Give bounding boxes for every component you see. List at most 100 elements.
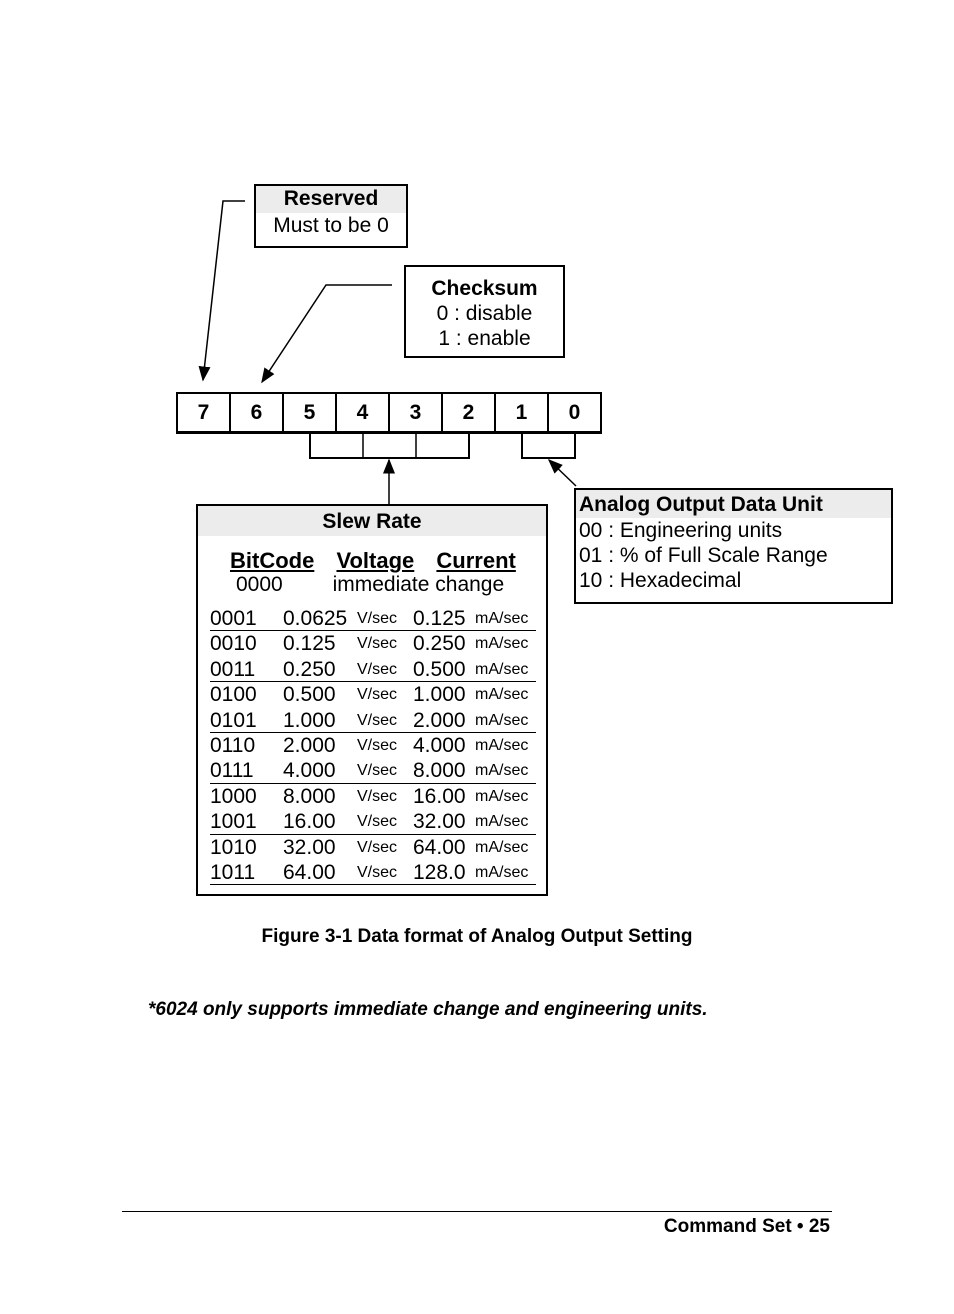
immediate-code: 0000 bbox=[236, 573, 283, 596]
unit-bracket bbox=[521, 434, 576, 459]
voltage-cell: 0.500 bbox=[283, 683, 336, 707]
current-unit-cell: mA/sec bbox=[475, 838, 529, 856]
table-row: 0010 0.125 V/sec 0.250 mA/sec bbox=[210, 631, 536, 656]
bit-cell: 1 bbox=[496, 394, 549, 431]
voltage-cell: 0.0625 bbox=[283, 607, 348, 630]
voltage-cell: 32.00 bbox=[283, 835, 336, 859]
table-row: 0100 0.500 V/sec 1.000 mA/sec bbox=[210, 682, 536, 707]
table-row: 0011 0.250 V/sec 0.500 mA/sec bbox=[210, 657, 536, 683]
current-cell: 128.0 bbox=[413, 860, 466, 884]
data-unit-title: Analog Output Data Unit bbox=[576, 490, 891, 518]
bitcode-cell: 1000 bbox=[210, 784, 257, 808]
current-cell: 32.00 bbox=[413, 810, 466, 834]
current-unit-cell: mA/sec bbox=[475, 813, 529, 831]
voltage-cell: 64.00 bbox=[283, 860, 336, 884]
bitcode-cell: 0001 bbox=[210, 607, 257, 630]
bitcode-cell: 0110 bbox=[210, 733, 256, 757]
col-voltage: Voltage bbox=[336, 548, 415, 573]
voltage-cell: 0.125 bbox=[283, 632, 336, 656]
voltage-cell: 8.000 bbox=[283, 784, 336, 808]
data-unit-line: 01 : % of Full Scale Range bbox=[579, 544, 828, 567]
voltage-unit-cell: V/sec bbox=[357, 736, 398, 754]
voltage-cell: 2.000 bbox=[283, 733, 336, 757]
current-unit-cell: mA/sec bbox=[475, 660, 529, 678]
current-cell: 1.000 bbox=[413, 683, 466, 707]
bitcode-cell: 0111 bbox=[210, 759, 254, 783]
voltage-unit-cell: V/sec bbox=[357, 762, 398, 780]
checksum-arrow bbox=[261, 284, 392, 384]
voltage-unit-cell: V/sec bbox=[357, 635, 398, 653]
voltage-cell: 16.00 bbox=[283, 810, 336, 834]
current-cell: 2.000 bbox=[413, 708, 466, 732]
reserved-title: Reserved bbox=[256, 186, 406, 213]
bit-cell: 0 bbox=[549, 394, 602, 431]
bit-cell: 4 bbox=[337, 394, 390, 431]
reserved-desc: Must to be 0 bbox=[273, 214, 389, 237]
voltage-unit-cell: V/sec bbox=[357, 863, 398, 881]
data-unit-line: 10 : Hexadecimal bbox=[579, 569, 742, 592]
table-row: 0001 0.0625 V/sec 0.125 mA/sec bbox=[210, 606, 536, 632]
col-bitcode: BitCode bbox=[230, 548, 315, 573]
checksum-title: Checksum bbox=[431, 277, 538, 300]
bitcode-cell: 1011 bbox=[210, 860, 256, 884]
current-unit-cell: mA/sec bbox=[475, 787, 529, 805]
table-row: 1001 16.00 V/sec 32.00 mA/sec bbox=[210, 809, 536, 835]
voltage-cell: 1.000 bbox=[283, 708, 336, 732]
slew-rate-title: Slew Rate bbox=[198, 506, 546, 536]
bitcode-cell: 0101 bbox=[210, 708, 257, 732]
voltage-cell: 0.250 bbox=[283, 657, 336, 681]
bit-cell: 2 bbox=[443, 394, 496, 431]
bitcode-cell: 1010 bbox=[210, 835, 257, 859]
current-unit-cell: mA/sec bbox=[475, 610, 529, 627]
footer-rule bbox=[122, 1211, 832, 1212]
immediate-text: immediate change bbox=[332, 573, 505, 596]
current-cell: 4.000 bbox=[413, 733, 466, 757]
checksum-box: Checksum 0 : disable 1 : enable bbox=[404, 265, 565, 358]
bit-cell: 7 bbox=[178, 394, 231, 431]
bitcode-cell: 0011 bbox=[210, 657, 256, 681]
current-cell: 8.000 bbox=[413, 759, 466, 783]
voltage-unit-cell: V/sec bbox=[357, 660, 398, 678]
bit-cell: 5 bbox=[284, 394, 337, 431]
col-current: Current bbox=[436, 548, 516, 573]
unit-arrow bbox=[547, 458, 577, 487]
table-row: 0101 1.000 V/sec 2.000 mA/sec bbox=[210, 708, 536, 733]
note-text: *6024 only supports immediate change and… bbox=[148, 999, 708, 1020]
table-row: 0111 4.000 V/sec 8.000 mA/sec bbox=[210, 758, 536, 784]
data-unit-box: Analog Output Data Unit 00 : Engineering… bbox=[574, 488, 893, 604]
bitcode-cell: 0010 bbox=[210, 632, 257, 656]
table-row: 1010 32.00 V/sec 64.00 mA/sec bbox=[210, 835, 536, 860]
bitcode-cell: 0100 bbox=[210, 683, 257, 707]
current-cell: 64.00 bbox=[413, 835, 466, 859]
table-row: 1000 8.000 V/sec 16.00 mA/sec bbox=[210, 784, 536, 809]
slew-bracket bbox=[309, 434, 470, 459]
current-unit-cell: mA/sec bbox=[475, 736, 529, 754]
current-cell: 0.500 bbox=[413, 657, 466, 681]
page-footer: Command Set • 25 bbox=[663, 1216, 830, 1237]
bitcode-cell: 1001 bbox=[210, 810, 257, 834]
slew-column-headers: BitCode Voltage Current bbox=[230, 548, 532, 574]
slew-rate-rows: 0001 0.0625 V/sec 0.125 mA/sec 0010 0.125 V/sec… bbox=[210, 606, 536, 886]
voltage-unit-cell: V/sec bbox=[357, 787, 398, 805]
current-unit-cell: mA/sec bbox=[475, 863, 529, 881]
voltage-unit-cell: V/sec bbox=[357, 838, 398, 856]
slew-rate-box: Slew Rate BitCode Voltage Current 0000 i… bbox=[196, 504, 548, 896]
current-cell: 0.125 bbox=[413, 607, 466, 630]
bit-cell: 6 bbox=[231, 394, 284, 431]
reserved-arrow bbox=[198, 200, 245, 382]
voltage-unit-cell: V/sec bbox=[357, 813, 398, 831]
voltage-unit-cell: V/sec bbox=[357, 610, 398, 627]
voltage-unit-cell: V/sec bbox=[357, 686, 398, 704]
current-unit-cell: mA/sec bbox=[475, 711, 529, 729]
current-unit-cell: mA/sec bbox=[475, 686, 529, 704]
figure-caption: Figure 3-1 Data format of Analog Output … bbox=[261, 926, 693, 947]
current-unit-cell: mA/sec bbox=[475, 635, 529, 653]
bit-cell: 3 bbox=[390, 394, 443, 431]
table-row: 1011 64.00 V/sec 128.0 mA/sec bbox=[210, 860, 536, 886]
voltage-unit-cell: V/sec bbox=[357, 711, 398, 729]
bit-row: 7 6 5 4 3 2 1 0 bbox=[176, 392, 602, 434]
current-cell: 0.250 bbox=[413, 632, 466, 656]
current-unit-cell: mA/sec bbox=[475, 762, 529, 780]
immediate-row: 0000 immediate change bbox=[236, 573, 504, 597]
voltage-cell: 4.000 bbox=[283, 759, 336, 783]
